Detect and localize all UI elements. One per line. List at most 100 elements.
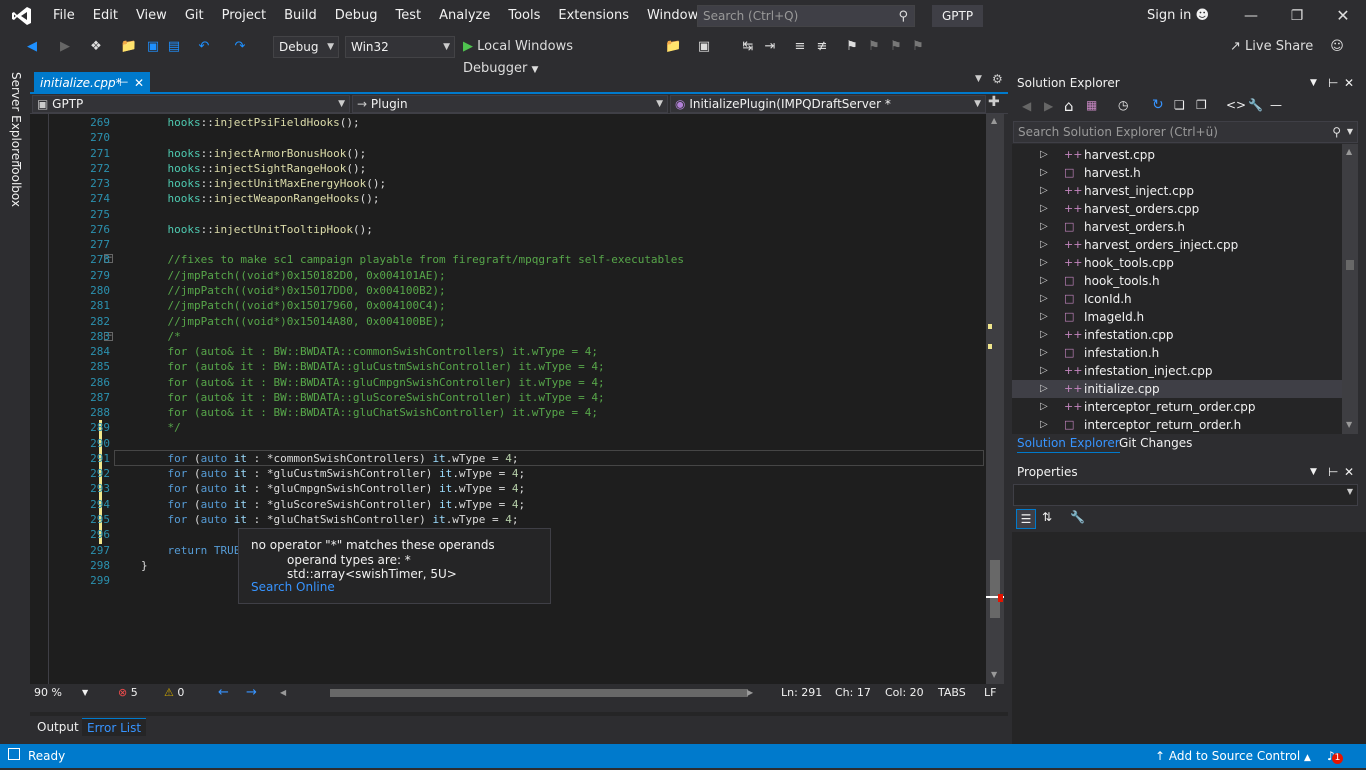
scope-dropdown[interactable]: → Plugin ▼ [352,95,668,113]
scroll-down-icon[interactable]: ▼ [991,670,997,679]
preview-icon[interactable]: — [1270,98,1282,112]
indent-icon[interactable]: ⇥ [762,36,778,58]
menu-file[interactable]: File [44,0,84,32]
maximize-button[interactable]: ❐ [1274,0,1320,32]
redo-icon[interactable]: ↷ [232,36,248,58]
expand-icon[interactable]: ▷ [1040,254,1048,272]
next-issue-icon[interactable]: → [246,684,257,702]
tree-item[interactable]: ▷ ++ interceptor_return_order.cpp [1012,398,1342,416]
expand-icon[interactable]: ▷ [1040,308,1048,326]
toolbox-tab[interactable]: Toolbox [9,162,23,207]
solution-explorer-search[interactable]: Search Solution Explorer (Ctrl+ü) ⚲ ▼ [1013,121,1358,143]
visual-studio-logo-icon[interactable] [0,0,44,32]
close-panel-icon[interactable]: ✕ [1344,72,1354,94]
split-icon[interactable]: ✚ [988,94,1000,110]
feedback-icon[interactable]: ☺ [1328,36,1346,58]
open-folder-icon[interactable]: 📁 [120,36,138,58]
tree-item[interactable]: ▷ ++ harvest_orders.cpp [1012,200,1342,218]
expand-icon[interactable]: ▷ [1040,182,1048,200]
expand-icon[interactable]: ▷ [1040,290,1048,308]
scroll-left-icon[interactable]: ◀ [280,684,286,702]
tree-item[interactable]: ▷ □ harvest_orders.h [1012,218,1342,236]
tab-initialize-cpp[interactable]: initialize.cpp* ⊢ ✕ [34,72,150,94]
properties-object-dropdown[interactable]: ▼ [1013,484,1358,506]
add-to-source-control-button[interactable]: ↑ Add to Source Control ▲ [1155,744,1311,770]
tab-git-changes[interactable]: Git Changes [1119,434,1192,452]
tab-error-list[interactable]: Error List [82,718,147,736]
tree-item[interactable]: ▷ □ infestation.h [1012,344,1342,362]
home-icon[interactable]: ⌂ [1064,97,1074,115]
expand-icon[interactable]: ▷ [1040,362,1048,380]
expand-icon[interactable]: ▷ [1040,416,1048,434]
tab-solution-explorer[interactable]: Solution Explorer [1017,434,1120,453]
save-icon[interactable]: ▣ [145,36,161,58]
collapse-all-icon[interactable]: ❏ [1174,98,1185,112]
close-panel-icon[interactable]: ✕ [1344,462,1354,482]
menu-build[interactable]: Build [275,0,326,32]
search-box[interactable]: Search (Ctrl+Q) ⚲ [697,5,915,27]
errors-indicator[interactable]: ⊗ 5 [118,684,138,702]
categorized-icon[interactable]: ☰ [1016,509,1036,529]
server-explorer-tab[interactable]: Server Explorer [9,72,23,165]
menu-view[interactable]: View [127,0,176,32]
tree-item[interactable]: ▷ □ ImageId.h [1012,308,1342,326]
undo-icon[interactable]: ↶ [196,36,212,58]
solution-platform-dropdown[interactable]: Win32 ▼ [345,36,455,58]
browse-icon[interactable]: 📁 [665,36,681,58]
expand-icon[interactable]: ▷ [1040,236,1048,254]
scroll-down-icon[interactable]: ▼ [1346,420,1352,429]
wrench-icon[interactable]: 🔧 [1248,98,1263,112]
expand-icon[interactable]: ▷ [1040,146,1048,164]
forward-icon[interactable]: ▶ [1044,99,1053,113]
notifications-button[interactable]: ♪1 [1327,744,1344,768]
line-ending-indicator[interactable]: LF [984,684,996,702]
pin-icon[interactable]: ⊢ [1328,72,1338,94]
tree-item[interactable]: ▷ ++ hook_tools.cpp [1012,254,1342,272]
minimize-button[interactable]: — [1228,0,1274,32]
char-indicator[interactable]: Ch: 17 [835,684,871,702]
menu-test[interactable]: Test [387,0,431,32]
menu-debug[interactable]: Debug [326,0,387,32]
search-online-link[interactable]: Search Online [251,580,335,594]
menu-git[interactable]: Git [176,0,213,32]
solution-explorer-scrollbar[interactable]: ▲ ▼ [1342,144,1358,434]
close-tab-icon[interactable]: ✕ [134,72,144,94]
indentation-indicator[interactable]: TABS [938,684,966,702]
horizontal-scroll-thumb[interactable] [330,689,748,697]
menu-analyze[interactable]: Analyze [430,0,499,32]
scroll-up-icon[interactable]: ▲ [991,116,997,125]
scroll-thumb[interactable] [990,560,1000,618]
sign-in-button[interactable]: Sign in ☻ [1147,0,1209,32]
clear-bookmarks-icon[interactable]: ⚑ [910,36,926,58]
menu-edit[interactable]: Edit [84,0,127,32]
expand-icon[interactable]: ▷ [1040,326,1048,344]
expand-icon[interactable]: ▷ [1040,398,1048,416]
show-all-files-icon[interactable]: ❐ [1196,98,1207,112]
tree-item[interactable]: ▷ ++ harvest_inject.cpp [1012,182,1342,200]
gear-icon[interactable]: ⚙ [992,72,1003,86]
uncomment-icon[interactable]: ≢ [814,36,830,58]
forward-icon[interactable]: ▶ [58,36,72,58]
tab-output[interactable]: Output [37,718,79,736]
project-dropdown[interactable]: ▣ GPTP ▼ [32,95,350,113]
scroll-up-icon[interactable]: ▲ [1346,147,1352,156]
function-dropdown[interactable]: ◉ InitializePlugin(IMPQDraftServer * lpM… [670,95,986,127]
expand-icon[interactable]: ▷ [1040,380,1048,398]
sync-icon[interactable]: ↻ [1152,97,1164,113]
comment-icon[interactable]: ≡ [792,36,808,58]
toolbar-dropdown-icon[interactable]: ▣ [696,36,712,58]
expand-icon[interactable]: ▷ [1040,200,1048,218]
close-window-button[interactable]: ✕ [1320,0,1366,32]
switch-views-icon[interactable]: ▦ [1086,98,1097,112]
property-pages-icon[interactable]: 🔧 [1070,510,1085,524]
pin-icon[interactable]: ⊢ [119,72,129,94]
expand-icon[interactable]: ▷ [1040,344,1048,362]
menu-extensions[interactable]: Extensions [549,0,638,32]
tree-item[interactable]: ▷ ++ infestation_inject.cpp [1012,362,1342,380]
tree-item[interactable]: ▷ ++ harvest_orders_inject.cpp [1012,236,1342,254]
live-share-button[interactable]: ↗ Live Share [1230,36,1320,58]
tab-list-icon[interactable]: ▼ [975,74,982,84]
scroll-right-icon[interactable]: ▶ [747,684,753,702]
code-view-icon[interactable]: <> [1226,98,1246,112]
step-icon[interactable]: ↹ [740,36,756,58]
